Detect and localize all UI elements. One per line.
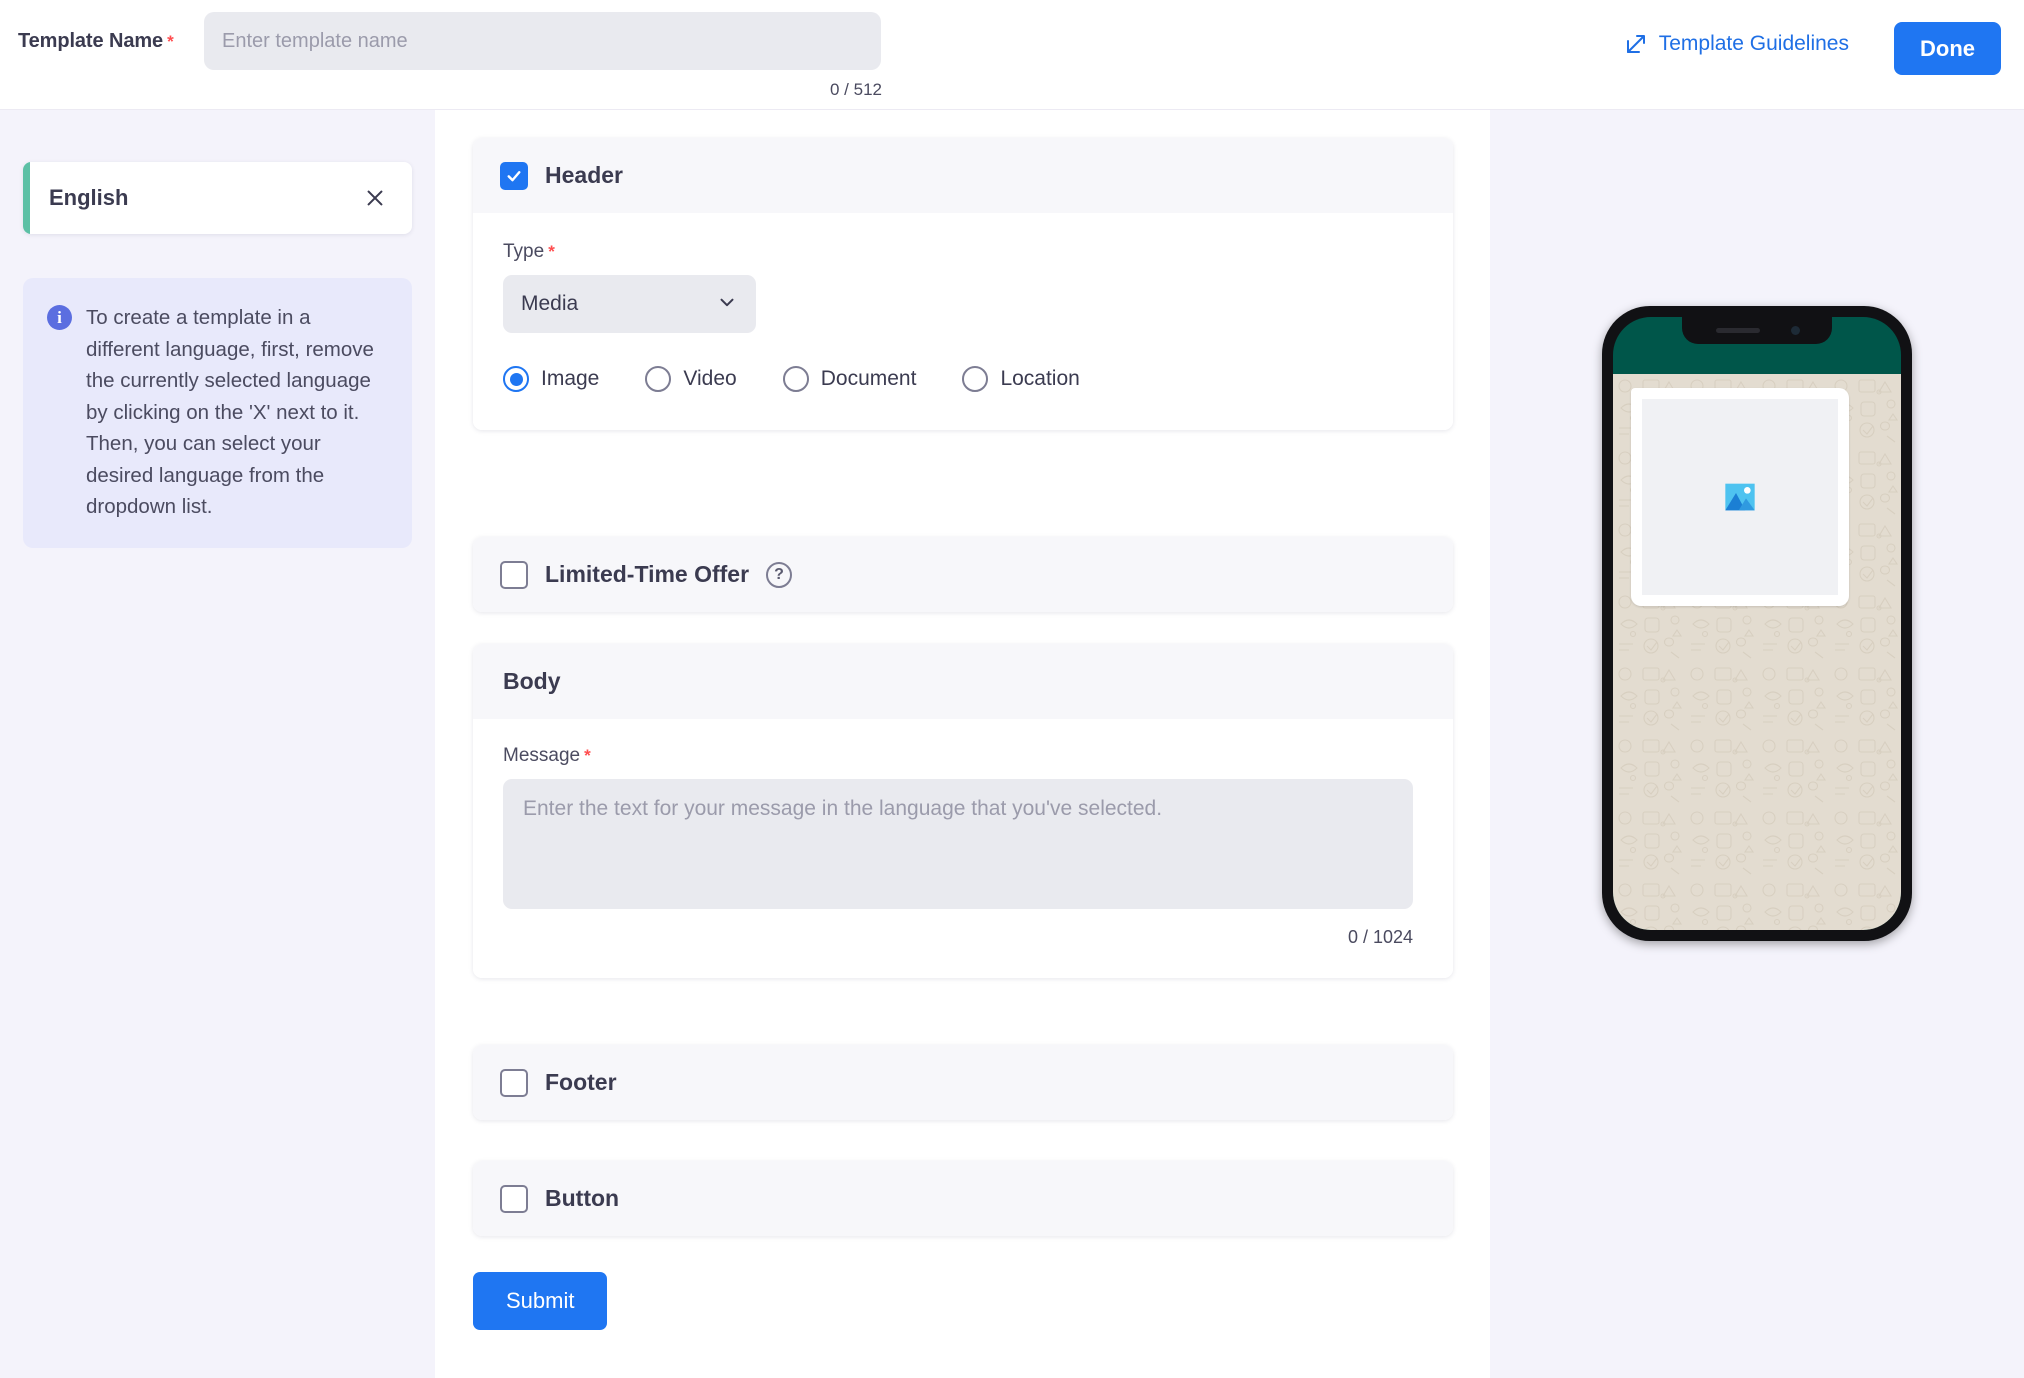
body-section-card: Body Message* 0 / 1024 <box>473 644 1453 978</box>
radio-option-video[interactable]: Video <box>645 366 737 392</box>
radio-option-location[interactable]: Location <box>962 366 1080 392</box>
language-info-text: To create a template in a different lang… <box>86 306 374 518</box>
chevron-down-icon <box>716 291 738 318</box>
chat-wallpaper <box>1613 374 1901 930</box>
close-icon[interactable] <box>360 183 390 213</box>
type-required-asterisk: * <box>548 242 555 261</box>
template-guidelines-link[interactable]: Template Guidelines <box>1624 32 1849 56</box>
button-section-head[interactable]: Button <box>473 1161 1453 1236</box>
template-name-label-text: Template Name <box>18 30 164 52</box>
info-icon: i <box>47 305 72 330</box>
radio-option-document[interactable]: Document <box>782 366 917 392</box>
template-editor-page: Template Name* 0 / 512 Template Guidelin… <box>0 0 2024 1378</box>
question-mark-icon[interactable]: ? <box>766 561 793 588</box>
radio-image-label: Image <box>541 367 600 390</box>
selected-language-card[interactable]: English <box>23 162 412 234</box>
footer-section-card: Footer <box>473 1045 1453 1120</box>
phone-mockup <box>1602 306 1912 941</box>
radio-option-image[interactable]: Image <box>503 366 599 392</box>
header-section-head[interactable]: Header <box>473 138 1453 213</box>
body-section-body: Message* 0 / 1024 <box>473 719 1453 978</box>
radio-document-indicator[interactable] <box>782 366 809 392</box>
preview-panel <box>1490 110 2024 1378</box>
radio-location-label: Location <box>1000 367 1080 390</box>
left-sidebar: English i To create a template in a diff… <box>0 110 435 1378</box>
message-field-label: Message * <box>503 745 1413 767</box>
external-link-icon <box>1624 32 1648 56</box>
limited-time-offer-checkbox[interactable] <box>500 560 528 589</box>
image-placeholder-icon <box>1725 483 1755 511</box>
language-name: English <box>49 185 129 210</box>
header-section-card: Header Type * Media Image Video Document… <box>473 138 1453 430</box>
phone-speaker <box>1716 328 1760 333</box>
message-required-asterisk: * <box>584 746 591 765</box>
limited-time-offer-head[interactable]: Limited-Time Offer ? <box>473 537 1453 612</box>
body-section-title: Body <box>503 668 561 694</box>
button-checkbox[interactable] <box>500 1184 528 1213</box>
body-section-head: Body <box>473 644 1453 719</box>
phone-screen <box>1613 317 1901 930</box>
submit-button[interactable]: Submit <box>473 1272 608 1330</box>
message-textarea[interactable] <box>503 779 1413 909</box>
type-label-text: Type <box>503 241 545 262</box>
button-section-title: Button <box>545 1185 620 1211</box>
done-button[interactable]: Done <box>1894 22 2001 75</box>
footer-checkbox[interactable] <box>500 1068 528 1097</box>
header-type-value: Media <box>521 292 579 315</box>
media-type-radio-group: Image Video Document Location <box>503 366 1453 392</box>
media-message-bubble <box>1631 388 1849 606</box>
button-section-card: Button <box>473 1161 1453 1236</box>
radio-location-indicator[interactable] <box>962 366 989 392</box>
radio-video-indicator[interactable] <box>645 366 672 392</box>
footer-section-head[interactable]: Footer <box>473 1045 1453 1120</box>
header-checkbox[interactable] <box>500 161 528 190</box>
phone-notch <box>1682 317 1832 344</box>
message-counter: 0 / 1024 <box>1347 927 1413 947</box>
message-label-text: Message <box>503 745 581 766</box>
header-section-body: Type * Media Image Video Document Locati… <box>473 213 1453 430</box>
phone-camera <box>1791 326 1800 335</box>
template-name-label: Template Name * <box>18 30 174 53</box>
template-guidelines-label: Template Guidelines <box>1658 32 1849 55</box>
radio-video-label: Video <box>683 367 737 390</box>
header-type-select[interactable]: Media <box>503 275 756 333</box>
media-placeholder <box>1642 399 1838 595</box>
radio-image-indicator[interactable] <box>503 366 529 392</box>
template-name-input[interactable] <box>204 12 881 70</box>
required-asterisk: * <box>167 32 174 51</box>
radio-document-label: Document <box>820 367 917 390</box>
limited-time-offer-title: Limited-Time Offer <box>545 561 750 587</box>
template-name-counter: 0 / 512 <box>830 80 882 99</box>
top-toolbar: Template Name* 0 / 512 Template Guidelin… <box>0 0 2024 110</box>
footer-section-title: Footer <box>545 1069 617 1095</box>
type-field-label: Type * <box>503 241 1453 263</box>
language-info-box: i To create a template in a different la… <box>23 278 412 548</box>
limited-time-offer-card: Limited-Time Offer ? <box>473 537 1453 612</box>
template-form: Header Type * Media Image Video Document… <box>435 110 1490 1378</box>
header-section-title: Header <box>545 162 623 188</box>
